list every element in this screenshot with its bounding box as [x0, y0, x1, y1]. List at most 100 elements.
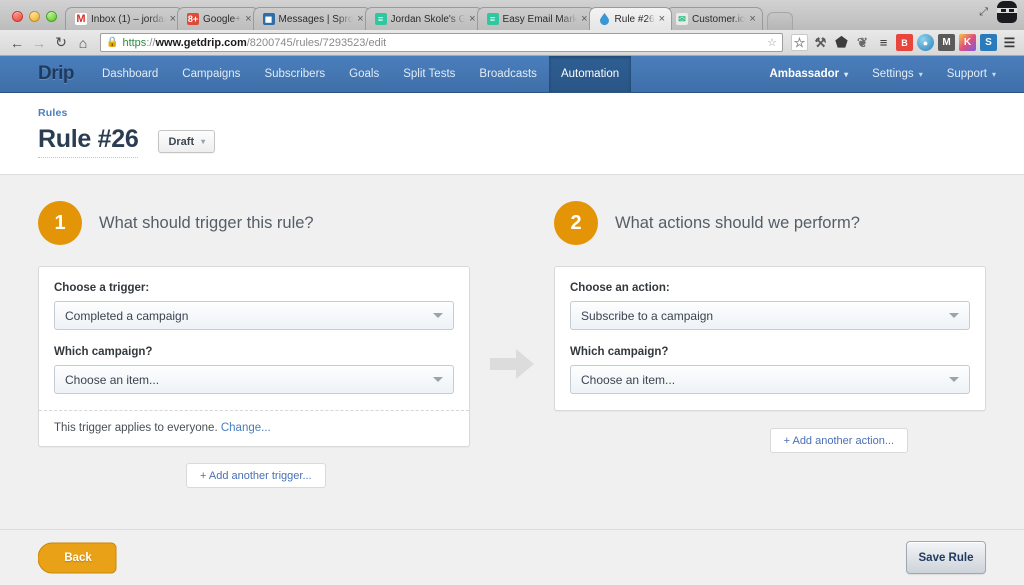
browser-tab-active[interactable]: Rule #26 ×: [589, 7, 672, 30]
action-card: Choose an action: Subscribe to a campaig…: [554, 266, 986, 411]
nav-item-support[interactable]: Support ▾: [935, 56, 1008, 92]
browser-tab[interactable]: ≡ Jordan Skole's Grow ×: [365, 7, 483, 30]
chevron-down-icon: [949, 377, 959, 382]
lock-icon: 🔒: [106, 37, 118, 48]
nav-item-subscribers[interactable]: Subscribers: [252, 56, 337, 92]
tab-title: Rule #26: [615, 14, 655, 25]
url-host: www.getdrip.com: [155, 37, 246, 49]
tab-close-icon[interactable]: ×: [245, 13, 251, 25]
home-icon[interactable]: ⌂: [72, 35, 94, 51]
tab-title: Customer.io: [692, 14, 745, 25]
step-1-header: 1 What should trigger this rule?: [38, 201, 470, 245]
bookmark-star-icon[interactable]: ☆: [767, 36, 777, 49]
nav-item-broadcasts[interactable]: Broadcasts: [467, 56, 549, 92]
browser-tab[interactable]: ◼ Messages | Sprout S ×: [253, 7, 371, 30]
tab-title: Google+: [203, 14, 241, 25]
new-tab-button[interactable]: [767, 12, 793, 30]
chevron-down-icon: ▾: [844, 70, 848, 79]
drip-icon: ≡: [487, 13, 499, 25]
browser-tab[interactable]: 8+ Google+ ×: [177, 7, 259, 30]
action-column: 2 What actions should we perform? Choose…: [554, 201, 986, 488]
trigger-campaign-select[interactable]: Choose an item...: [54, 365, 454, 394]
tab-close-icon[interactable]: ×: [581, 13, 587, 25]
trigger-scope-change-link[interactable]: Change...: [221, 422, 271, 434]
mail-m-icon[interactable]: M: [938, 34, 955, 51]
tab-close-icon[interactable]: ×: [659, 13, 665, 25]
tab-close-icon[interactable]: ×: [469, 13, 475, 25]
buffer-icon[interactable]: ≡: [875, 34, 892, 51]
nav-item-ambassador[interactable]: Ambassador ▾: [757, 56, 860, 92]
nav-item-settings[interactable]: Settings ▾: [860, 56, 935, 92]
browser-tab-strip: M Inbox (1) – jordan@ × 8+ Google+ × ◼ M…: [0, 0, 1024, 30]
back-button-label: Back: [38, 541, 118, 575]
add-action-wrap: + Add another action...: [554, 428, 986, 453]
trigger-campaign-label: Which campaign?: [54, 346, 454, 358]
arrow-right-icon: [490, 349, 534, 379]
main-navigation: Drip Dashboard Campaigns Subscribers Goa…: [0, 56, 1024, 93]
trigger-select[interactable]: Completed a campaign: [54, 301, 454, 330]
drip-logo[interactable]: Drip: [0, 56, 90, 92]
rule-editor-body: 1 What should trigger this rule? Choose …: [0, 175, 1024, 529]
reload-icon[interactable]: ↻: [50, 34, 72, 51]
breadcrumb[interactable]: Rules: [38, 107, 1024, 119]
k-extension-icon[interactable]: K: [959, 34, 976, 51]
step-2-title: What actions should we perform?: [615, 214, 860, 233]
bookmark-star-icon[interactable]: ☆: [791, 34, 808, 51]
s-extension-icon[interactable]: S: [980, 34, 997, 51]
close-window-button[interactable]: [12, 11, 23, 22]
maximize-window-button[interactable]: [46, 11, 57, 22]
page-title[interactable]: Rule #26: [38, 125, 138, 158]
nav-item-dashboard[interactable]: Dashboard: [90, 56, 170, 92]
drip-application: Drip Dashboard Campaigns Subscribers Goa…: [0, 56, 1024, 585]
customerio-icon: ✉: [676, 13, 688, 25]
tab-close-icon[interactable]: ×: [749, 13, 755, 25]
chevron-down-icon: [433, 313, 443, 318]
tab-close-icon[interactable]: ×: [170, 13, 176, 25]
pin-icon[interactable]: ⚒: [812, 34, 829, 51]
fullscreen-icon[interactable]: ⤢: [979, 6, 988, 19]
sprout-social-icon: ◼: [263, 13, 275, 25]
diamond-icon[interactable]: ⬟: [833, 34, 850, 51]
editor-footer: Back Save Rule: [0, 529, 1024, 585]
action-campaign-value: Choose an item...: [581, 373, 675, 387]
address-bar[interactable]: 🔒 https :// www.getdrip.com /8200745/rul…: [100, 33, 783, 52]
add-another-trigger-button[interactable]: + Add another trigger...: [186, 463, 326, 488]
tab-title: Inbox (1) – jordan@: [91, 14, 166, 25]
nav-item-goals[interactable]: Goals: [337, 56, 391, 92]
save-rule-button[interactable]: Save Rule: [906, 541, 986, 574]
secondary-nav-links: Ambassador ▾ Settings ▾ Support ▾: [757, 56, 1024, 92]
tab-list: M Inbox (1) – jordan@ × 8+ Google+ × ◼ M…: [65, 0, 973, 30]
action-campaign-select[interactable]: Choose an item...: [570, 365, 970, 394]
back-button[interactable]: Back: [38, 541, 118, 575]
minimize-window-button[interactable]: [29, 11, 40, 22]
nav-item-campaigns[interactable]: Campaigns: [170, 56, 252, 92]
browser-tab[interactable]: ≡ Easy Email Marketin ×: [477, 7, 595, 30]
browser-toolbar: ← → ↻ ⌂ 🔒 https :// www.getdrip.com /820…: [0, 30, 1024, 56]
browser-tab[interactable]: ✉ Customer.io ×: [666, 7, 763, 30]
back-icon[interactable]: ←: [6, 35, 28, 51]
url-path: /8200745/rules/7293523/edit: [247, 37, 386, 49]
action-select[interactable]: Subscribe to a campaign: [570, 301, 970, 330]
evernote-icon[interactable]: ❦: [854, 34, 871, 51]
browser-window: M Inbox (1) – jordan@ × 8+ Google+ × ◼ M…: [0, 0, 1024, 585]
nav-support-label: Support: [947, 68, 987, 80]
nav-item-automation[interactable]: Automation: [549, 56, 631, 92]
page-header: Rules Rule #26 Draft ▾: [0, 93, 1024, 175]
tag-icon[interactable]: B: [896, 34, 913, 51]
step-2-header: 2 What actions should we perform?: [554, 201, 986, 245]
tab-close-icon[interactable]: ×: [357, 13, 363, 25]
status-dropdown[interactable]: Draft ▾: [158, 130, 215, 153]
window-controls-right: ⤢: [973, 0, 1024, 30]
nav-item-split-tests[interactable]: Split Tests: [391, 56, 467, 92]
globe-icon[interactable]: ●: [917, 34, 934, 51]
action-card-body: Choose an action: Subscribe to a campaig…: [555, 267, 985, 410]
user-avatar[interactable]: [994, 0, 1020, 24]
browser-tab[interactable]: M Inbox (1) – jordan@ ×: [65, 7, 183, 30]
add-another-action-button[interactable]: + Add another action...: [770, 428, 908, 453]
tab-title: Easy Email Marketin: [503, 14, 578, 25]
primary-nav-links: Dashboard Campaigns Subscribers Goals Sp…: [90, 56, 631, 92]
forward-icon[interactable]: →: [28, 35, 50, 51]
chrome-menu-icon[interactable]: ☰: [1001, 34, 1018, 51]
chevron-down-icon: ▾: [992, 70, 996, 79]
page-title-row: Rule #26 Draft ▾: [38, 125, 1024, 158]
